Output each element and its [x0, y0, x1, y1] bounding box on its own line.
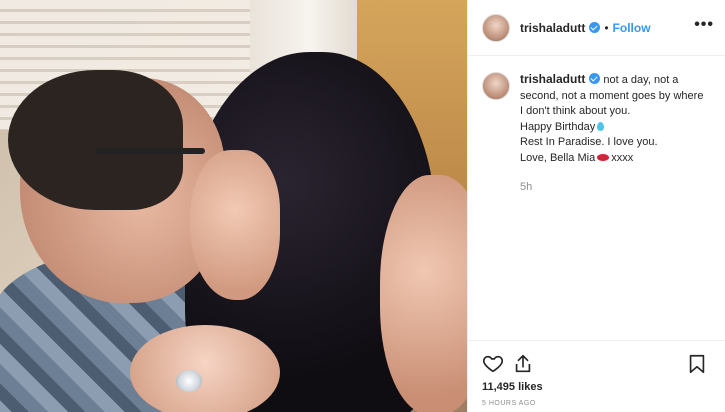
more-options-icon[interactable]: ••• [694, 16, 714, 34]
arm [380, 175, 467, 412]
woman-face [190, 150, 280, 300]
balloon-emoji-icon [597, 121, 605, 131]
caption-text-6a: Love, Bella Mia [520, 151, 596, 164]
bookmark-icon[interactable] [686, 353, 708, 375]
post-timestamp: 5 HOURS AGO [482, 400, 536, 407]
post-sidebar: trishaladutt • Follow ••• trishaladutt n… [467, 0, 725, 412]
caption-avatar[interactable] [482, 72, 510, 100]
instagram-post: trishaladutt • Follow ••• trishaladutt n… [0, 0, 725, 412]
action-icons [482, 353, 712, 375]
hand [130, 325, 280, 412]
post-photo[interactable] [0, 0, 467, 412]
verified-badge-icon [589, 73, 601, 84]
heart-icon[interactable] [482, 353, 504, 375]
caption-line-6: Love, Bella Mia xxxx [520, 151, 703, 167]
avatar[interactable] [482, 13, 510, 42]
caption-line-1: trishaladutt not a day, not a [520, 72, 703, 89]
header-username[interactable]: trishaladutt [520, 21, 585, 35]
caption-line-3: I don't think about you. [520, 105, 631, 117]
caption: trishaladutt not a day, not a second, no… [482, 72, 714, 196]
caption-text-4: Happy Birthday [520, 120, 596, 133]
caption-text-1: not a day, not a [603, 74, 679, 86]
follow-button[interactable]: Follow [613, 21, 651, 35]
verified-badge-icon [589, 22, 601, 33]
separator-dot: • [604, 20, 609, 35]
share-icon[interactable] [512, 353, 534, 375]
man-hair [8, 70, 183, 210]
kiss-emoji-icon [597, 153, 610, 161]
caption-line-4: Happy Birthday [520, 120, 703, 136]
caption-username[interactable]: trishaladutt [520, 72, 585, 86]
ring [176, 370, 202, 392]
post-header: trishaladutt • Follow ••• [468, 0, 725, 56]
caption-time[interactable]: 5h [520, 180, 703, 196]
caption-text: trishaladutt not a day, not a second, no… [520, 72, 703, 196]
caption-text-6b: xxxx [611, 151, 634, 164]
caption-line-2: second, not a moment goes by where [520, 89, 704, 102]
caption-line-5: Rest In Paradise. I love you. [520, 136, 658, 148]
likes-count[interactable]: 11,495 likes [482, 381, 543, 393]
glasses [95, 148, 205, 154]
post-actions: 11,495 likes 5 HOURS AGO [468, 340, 725, 412]
